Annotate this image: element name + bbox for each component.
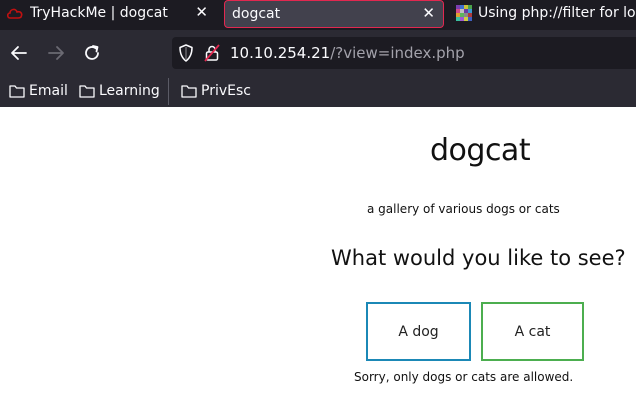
tab-tryhackme[interactable]: TryHackMe | dogcat ✕: [0, 0, 216, 26]
error-message: Sorry, only dogs or cats are allowed.: [354, 370, 574, 384]
url-path: /?view=index.php: [330, 44, 465, 62]
reload-icon: [85, 45, 99, 60]
back-button[interactable]: [8, 42, 30, 64]
bookmark-folder-learning[interactable]: Learning: [79, 81, 160, 101]
forward-arrow-icon: [48, 46, 64, 60]
address-bar[interactable]: 10.10.254.21/?view=index.php: [172, 37, 636, 69]
reload-button[interactable]: [81, 42, 103, 64]
bookmark-folder-email[interactable]: Email: [9, 81, 68, 101]
bookmarks-separator: [168, 78, 169, 105]
tab-php-filter[interactable]: Using php://filter for lo: [452, 0, 636, 26]
page-content: dogcat a gallery of various dogs or cats…: [0, 107, 636, 405]
mosaic-favicon-icon: [456, 5, 472, 21]
page-subtitle: a gallery of various dogs or cats: [367, 202, 560, 216]
tab-strip: TryHackMe | dogcat ✕ dogcat ✕ Using php:…: [0, 0, 636, 30]
navigation-toolbar: 10.10.254.21/?view=index.php: [0, 30, 636, 76]
page-title: dogcat: [430, 133, 531, 168]
bookmark-label: Learning: [99, 83, 160, 99]
bookmarks-toolbar: Email Learning PrivEsc: [0, 76, 636, 107]
tab-title: TryHackMe | dogcat: [30, 5, 168, 21]
tab-title: dogcat: [232, 6, 281, 22]
folder-icon: [79, 85, 95, 98]
close-tab-icon[interactable]: ✕: [422, 4, 435, 22]
dog-button[interactable]: A dog: [366, 302, 471, 361]
tab-dogcat-active[interactable]: dogcat ✕: [224, 0, 444, 28]
tracking-protection-shield-icon[interactable]: [178, 44, 194, 62]
forward-button[interactable]: [45, 42, 67, 64]
close-tab-icon[interactable]: ✕: [195, 3, 208, 21]
insecure-lock-icon[interactable]: [204, 44, 220, 62]
folder-icon: [9, 85, 25, 98]
bookmark-label: PrivEsc: [201, 83, 251, 99]
url-host: 10.10.254.21: [230, 44, 331, 62]
tryhackme-cloud-icon: [6, 8, 23, 19]
page-question: What would you like to see?: [331, 246, 626, 270]
bookmark-label: Email: [29, 83, 68, 99]
bookmark-folder-privesc[interactable]: PrivEsc: [181, 81, 251, 101]
folder-icon: [181, 85, 197, 98]
back-arrow-icon: [11, 46, 27, 60]
cat-button[interactable]: A cat: [481, 302, 584, 361]
tab-title: Using php://filter for lo: [478, 5, 636, 21]
